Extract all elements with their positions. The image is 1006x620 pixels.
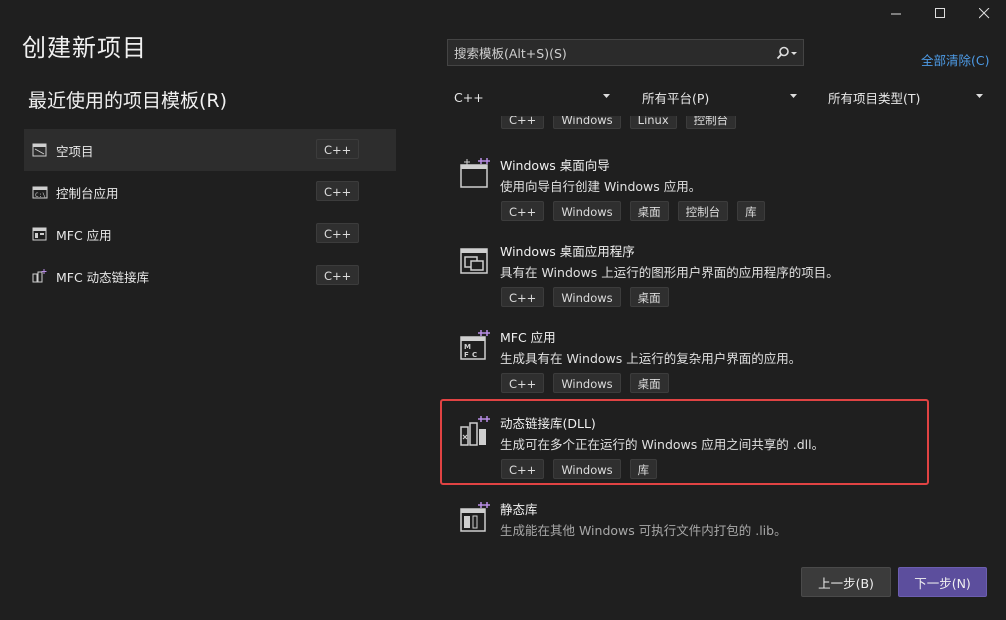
static-lib-icon	[460, 502, 490, 532]
search-options-button[interactable]	[771, 46, 803, 60]
svg-text:C: C	[472, 351, 477, 359]
recent-item-mfc-dll[interactable]: MFC 动态链接库 C++	[24, 255, 396, 297]
template-tag: C++	[501, 116, 545, 129]
chevron-down-icon	[976, 94, 983, 98]
template-name: Windows 桌面向导	[500, 158, 610, 173]
close-icon	[978, 7, 989, 18]
recent-item-console-app[interactable]: C:\ 控制台应用 C++	[24, 171, 396, 213]
recent-item-label: 控制台应用	[56, 185, 119, 201]
platform-filter-value: 所有平台(P)	[642, 90, 710, 106]
template-tag: C++	[501, 287, 545, 307]
maximize-button[interactable]	[918, 0, 962, 26]
template-tag: Windows	[553, 116, 621, 129]
mfc-app-icon	[32, 227, 47, 241]
recent-item-mfc-app[interactable]: MFC 应用 C++	[24, 213, 396, 255]
svg-text:M: M	[464, 343, 471, 351]
template-item-mfc-app[interactable]: M F C MFC 应用 生成具有在 Windows 上运行的复杂用户界面的应用…	[447, 321, 987, 405]
mfc-dll-icon	[32, 269, 47, 283]
chevron-down-icon	[603, 94, 610, 98]
desktop-app-icon	[460, 248, 488, 274]
maximize-icon	[934, 7, 945, 18]
close-button[interactable]	[962, 0, 1006, 26]
template-name: 静态库	[500, 502, 538, 517]
recent-item-label: 空项目	[56, 143, 94, 159]
selection-highlight-box	[440, 399, 929, 485]
clear-all-link[interactable]: 全部清除(C)	[921, 50, 989, 69]
search-icon	[776, 46, 797, 59]
page-title: 创建新项目	[22, 34, 147, 62]
mfc-template-icon: M F C	[460, 330, 490, 360]
template-tag: Linux	[629, 116, 677, 129]
template-item-desktop-app[interactable]: Windows 桌面应用程序 具有在 Windows 上运行的图形用户界面的应用…	[447, 235, 987, 319]
empty-project-icon	[32, 143, 47, 157]
minimize-icon	[890, 13, 901, 14]
template-tag: Windows	[553, 201, 621, 221]
minimize-button[interactable]	[874, 0, 918, 26]
recent-templates-heading: 最近使用的项目模板(R)	[28, 90, 228, 112]
template-tags: C++ Windows 桌面	[501, 373, 669, 393]
template-name: Windows 桌面应用程序	[500, 244, 635, 259]
language-tag: C++	[316, 223, 360, 243]
template-item-static-lib[interactable]: 静态库 生成能在其他 Windows 可执行文件内打包的 .lib。	[447, 493, 987, 543]
search-placeholder: 搜索模板(Alt+S)(S)	[454, 46, 567, 61]
template-tag: C++	[501, 373, 545, 393]
svg-text:F: F	[464, 351, 469, 359]
svg-text:C:\: C:\	[35, 192, 46, 199]
platform-filter-dropdown[interactable]: 所有平台(P)	[642, 86, 797, 108]
window-controls	[874, 0, 1006, 26]
template-tag: 控制台	[677, 201, 729, 221]
template-search-input[interactable]: 搜索模板(Alt+S)(S)	[447, 39, 804, 66]
template-tags: C++ Windows 桌面	[501, 287, 669, 307]
template-tag: Windows	[553, 373, 621, 393]
desktop-wizard-icon	[460, 158, 490, 188]
language-tag: C++	[316, 265, 360, 285]
template-tag: C++	[501, 201, 545, 221]
template-description: 生成能在其他 Windows 可执行文件内打包的 .lib。	[500, 523, 787, 538]
recent-item-label: MFC 动态链接库	[56, 269, 150, 285]
template-tag: 控制台	[685, 116, 737, 129]
language-filter-value: C++	[454, 89, 484, 105]
language-filter-dropdown[interactable]: C++	[454, 86, 610, 108]
template-tag: 桌面	[629, 287, 669, 307]
recent-templates-list: 空项目 C++ C:\ 控制台应用 C++ MFC 应用 C++ MFC 动态链…	[24, 129, 396, 297]
template-tag: 库	[737, 201, 765, 221]
next-button[interactable]: 下一步(N)	[898, 567, 987, 597]
language-tag: C++	[316, 139, 360, 159]
template-description: 生成具有在 Windows 上运行的复杂用户界面的应用。	[500, 351, 802, 366]
template-description: 具有在 Windows 上运行的图形用户界面的应用程序的项目。	[500, 265, 839, 280]
template-tag: 桌面	[629, 201, 669, 221]
project-type-filter-dropdown[interactable]: 所有项目类型(T)	[828, 86, 983, 108]
back-button[interactable]: 上一步(B)	[801, 567, 891, 597]
template-description: 使用向导自行创建 Windows 应用。	[500, 179, 702, 194]
chevron-down-icon	[790, 94, 797, 98]
template-tag: 桌面	[629, 373, 669, 393]
recent-item-label: MFC 应用	[56, 227, 112, 243]
partial-tag-row: C++ Windows Linux 控制台	[501, 116, 737, 129]
console-app-icon: C:\	[32, 186, 48, 199]
template-item-desktop-wizard[interactable]: Windows 桌面向导 使用向导自行创建 Windows 应用。 C++ Wi…	[447, 149, 987, 233]
template-name: MFC 应用	[500, 330, 556, 345]
template-tag: Windows	[553, 287, 621, 307]
recent-item-empty-project[interactable]: 空项目 C++	[24, 129, 396, 171]
template-tags: C++ Windows 桌面 控制台 库	[501, 201, 765, 221]
project-type-filter-value: 所有项目类型(T)	[828, 90, 921, 106]
language-tag: C++	[316, 181, 360, 201]
